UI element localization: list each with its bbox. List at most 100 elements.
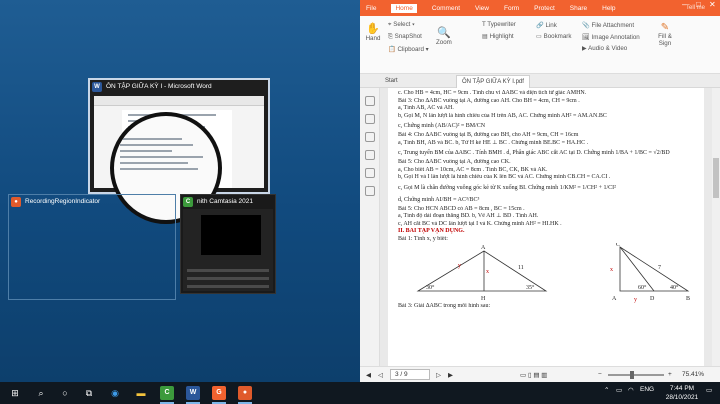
fill-sign-label: Fill & Sign	[658, 33, 672, 47]
camtasia-taskbar-icon[interactable]: C	[160, 386, 174, 404]
fig-label-c: C	[616, 243, 620, 248]
search-icon[interactable]: ⌕	[34, 386, 48, 400]
clock-time: 7:44 PM	[669, 385, 695, 392]
triangle-figures: A H y x 11 30° 35° C A D B 7 x y 60° 40°	[416, 243, 690, 303]
fig-angle-30: 30°	[426, 284, 435, 291]
highlight-tool[interactable]: ▤ Highlight	[482, 33, 514, 40]
menu-bar: File Home Comment View Form Protect Shar…	[360, 0, 720, 16]
typewriter-tool[interactable]: T Typewriter	[482, 21, 516, 28]
next-page-icon[interactable]: ▷	[436, 371, 441, 379]
clock-date: 28/10/2021	[665, 394, 699, 401]
link-tool[interactable]: 🔗 Link	[536, 21, 557, 29]
menu-help[interactable]: Help	[602, 5, 615, 12]
taskbar: ⊞ ⌕ ○ ⧉ ◉ ▬ C W G ● ⌃ ▭ ◠ ENG 7:44 PM 28…	[0, 382, 720, 404]
vertical-scrollbar[interactable]	[712, 88, 720, 366]
file-attachment-label: File Attachment	[591, 22, 635, 29]
audio-video-label: Audio & Video	[588, 45, 628, 52]
fill-sign-tool[interactable]: ✎ Fill & Sign	[654, 22, 676, 47]
fig-label-a2: A	[612, 296, 617, 302]
fig-label-x2: x	[610, 267, 613, 273]
doc-line: c, AH cắt BC và DC lần lượt tại I và K. …	[398, 220, 562, 227]
tab-start[interactable]: Start	[380, 75, 403, 88]
zoom-out-icon[interactable]: −	[598, 371, 602, 378]
bookmark-tool[interactable]: ▭ Bookmark	[536, 33, 571, 40]
doc-line: a, Cho biết AB = 10cm, AC = 8cm . Tính B…	[398, 166, 548, 173]
tab-document[interactable]: ÔN TẬP GIỮA KỲ I.pdf	[456, 75, 530, 88]
clock[interactable]: 7:44 PM 28/10/2021	[662, 384, 702, 402]
image-annotation-tool[interactable]: 🖼 Image Annotation	[582, 33, 640, 41]
attachments-icon[interactable]	[364, 168, 375, 178]
recording-region-indicator[interactable]: ● RecordingRegionIndicator	[8, 194, 176, 300]
last-page-icon[interactable]: ▶	[448, 371, 453, 379]
camtasia-thumbnail-title: nith Camtasia 2021	[197, 198, 254, 205]
zoom-slider[interactable]	[608, 374, 664, 376]
file-explorer-icon[interactable]: ▬	[134, 386, 148, 400]
menu-comment[interactable]: Comment	[432, 5, 460, 12]
pdf-reader-window: File Home Comment View Form Protect Shar…	[360, 0, 720, 382]
doc-line: a, Tính AB, AC và AH.	[398, 105, 454, 111]
comments-icon[interactable]	[364, 150, 375, 160]
menu-protect[interactable]: Protect	[534, 5, 555, 12]
clipboard-tool[interactable]: 📋 Clipboard ▾	[388, 45, 429, 53]
pdf-reader-taskbar-icon[interactable]: G	[212, 386, 226, 404]
doc-line: d, Chứng minh AI/BH = AC³/BC³	[398, 196, 480, 203]
hand-tool-label[interactable]: Hand	[364, 35, 382, 42]
page-number-field[interactable]: 3 / 9	[390, 369, 430, 380]
zoom-label: Zoom	[436, 39, 452, 46]
scrollbar-thumb[interactable]	[713, 158, 719, 198]
menu-view[interactable]: View	[475, 5, 489, 12]
battery-icon[interactable]: ▭	[616, 386, 622, 394]
fig-label-y2: y	[634, 297, 637, 303]
show-hidden-icons[interactable]: ⌃	[604, 386, 609, 394]
task-view-icon[interactable]: ○	[58, 386, 72, 400]
task-switch-icon[interactable]: ⧉	[82, 386, 96, 400]
camtasia-window-thumbnail[interactable]: C nith Camtasia 2021	[180, 194, 276, 294]
minimize-icon[interactable]: –	[682, 0, 686, 9]
menu-file[interactable]: File	[366, 5, 376, 12]
fig-label-11: 11	[518, 265, 524, 271]
start-icon[interactable]: ⊞	[8, 386, 22, 400]
notifications-icon[interactable]: ▭	[706, 386, 712, 394]
recorder-taskbar-icon[interactable]: ●	[238, 386, 252, 404]
fig-label-7: 7	[658, 265, 661, 271]
first-page-icon[interactable]: ◀	[366, 371, 371, 379]
language-indicator[interactable]: ENG	[640, 386, 654, 393]
typewriter-label: Typewriter	[487, 21, 516, 28]
section-heading: II. BÀI TẬP VẬN DỤNG.	[398, 228, 465, 234]
file-attachment-tool[interactable]: 📎 File Attachment	[582, 21, 634, 29]
hand-icon[interactable]: ✋	[364, 22, 382, 35]
close-icon[interactable]: ✕	[709, 0, 716, 9]
word-taskbar-icon[interactable]: W	[186, 386, 200, 404]
prev-page-icon[interactable]: ◁	[378, 371, 383, 379]
doc-line: a, Tính độ dài đoạn thẳng BD. b, Vẽ AH ⊥…	[398, 213, 539, 219]
fig-label-h: H	[481, 296, 486, 302]
doc-line: Bài 4: Cho ∆ABC vuông tại B, đường cao B…	[398, 132, 579, 138]
status-bar: ◀ ◁ 3 / 9 ▷ ▶ ▭ ▯ ▤ ▥ − + 75.41%	[360, 366, 720, 382]
layers-icon[interactable]	[364, 132, 375, 142]
pages-icon[interactable]	[364, 96, 375, 106]
bookmarks-icon[interactable]	[364, 114, 375, 124]
doc-line: c, Trung tuyến BM của ∆ABC . Tính BMH . …	[398, 150, 670, 156]
snapshot-label: SnapShot	[394, 33, 422, 40]
zoom-level[interactable]: 75.41%	[682, 371, 704, 378]
snapshot-tool[interactable]: ⎘ SnapShot	[388, 33, 422, 41]
maximize-icon[interactable]: □	[696, 0, 701, 9]
fig-label-d: D	[650, 296, 655, 302]
menu-form[interactable]: Form	[504, 5, 519, 12]
zoom-in-icon[interactable]: +	[668, 371, 672, 378]
audio-video-tool[interactable]: ▶ Audio & Video	[582, 45, 627, 52]
highlight-label: Highlight	[489, 33, 514, 40]
view-mode-icon[interactable]: ▭ ▯ ▤ ▥	[520, 371, 547, 379]
signatures-icon[interactable]	[364, 186, 375, 196]
home-ribbon: ✋ Hand ⌖ Select ▾ ⎘ SnapShot 📋 Clipboard…	[360, 16, 720, 74]
edge-icon[interactable]: ◉	[108, 386, 122, 400]
document-viewport[interactable]: c. Cho HB = 4cm, HC = 9cm . Tính chu vi …	[380, 88, 712, 366]
zoom-slider-handle[interactable]	[630, 371, 634, 379]
menu-share[interactable]: Share	[570, 5, 587, 12]
doc-line: Bài 3: Giải ∆ABC trong mỗi hình sau:	[398, 303, 491, 309]
select-tool[interactable]: ⌖ Select ▾	[388, 21, 415, 29]
fig-angle-60: 60°	[638, 284, 647, 291]
menu-home[interactable]: Home	[391, 3, 417, 13]
zoom-tool[interactable]: 🔍 Zoom	[436, 26, 452, 46]
network-icon[interactable]: ◠	[628, 386, 634, 394]
